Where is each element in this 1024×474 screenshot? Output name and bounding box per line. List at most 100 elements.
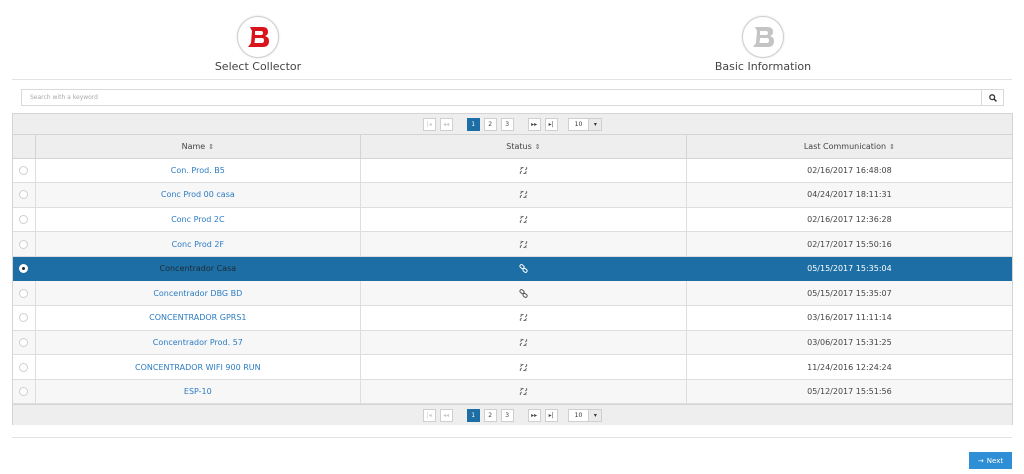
collector-name: CONCENTRADOR WIFI 900 RUN (35, 354, 362, 380)
row-select-radio-cell[interactable] (13, 305, 36, 331)
row-select-radio-cell[interactable] (13, 182, 36, 208)
table-row[interactable]: Conc Prod 2C 02/16/2017 12:36:28 (13, 207, 1012, 233)
brand-logo-inactive (742, 16, 784, 58)
status-cell (360, 207, 687, 233)
last-communication: 02/17/2017 15:50:16 (686, 231, 1012, 257)
prev-page-icon: ◂◂ (443, 411, 450, 419)
status-cell (360, 280, 687, 307)
broken-link-icon (519, 338, 528, 347)
table-row[interactable]: Con. Prod. B5 02/16/2017 16:48:08 (13, 158, 1012, 184)
next-page-button[interactable]: ▸▸ (527, 408, 541, 422)
broken-link-icon (519, 387, 528, 396)
rows-per-page-value: 10 (574, 411, 583, 419)
collector-name: CONCENTRADOR GPRS1 (35, 305, 362, 331)
page-1-button[interactable]: 1 (466, 408, 480, 422)
table-row[interactable]: Concentrador DBG BD 05/15/2017 15:35:07 (13, 280, 1012, 307)
broken-link-icon (519, 240, 528, 249)
chevron-down-icon: ▾ (588, 409, 602, 421)
page-2-button[interactable]: 2 (483, 408, 497, 422)
rows-per-page-select[interactable]: 10 ▾ (567, 117, 603, 131)
first-page-button[interactable]: |◂ (422, 117, 436, 131)
wizard-header: Select Collector Basic Information (0, 0, 1024, 80)
row-select-radio-cell[interactable] (13, 231, 36, 257)
collector-name: Concentrador DBG BD (35, 280, 362, 307)
wizard-step-basic-information[interactable]: Basic Information (683, 16, 843, 73)
collector-name: Conc Prod 2F (35, 231, 362, 257)
table-row[interactable]: CONCENTRADOR GPRS1 03/16/2017 11:11:14 (13, 305, 1012, 331)
table-row[interactable]: Concentrador Prod. 57 03/06/2017 15:31:25 (13, 330, 1012, 356)
wizard-step-select-collector[interactable]: Select Collector (178, 16, 338, 73)
status-cell (360, 379, 687, 405)
row-select-radio[interactable] (19, 190, 29, 200)
collector-grid: |◂ ◂◂ 1 2 3 ▸▸ ▸| 10 ▾ Name ⇕ Status ⇕ Las… (12, 113, 1013, 426)
row-select-radio[interactable] (19, 362, 29, 372)
row-select-radio[interactable] (19, 165, 29, 175)
link-icon (519, 288, 528, 298)
rows-per-page-value: 10 (574, 120, 583, 128)
last-communication: 11/24/2016 12:24:24 (686, 354, 1012, 380)
page-2-button[interactable]: 2 (483, 117, 497, 131)
search-button[interactable] (981, 90, 1003, 105)
row-select-radio[interactable] (19, 387, 29, 397)
broken-link-icon (519, 215, 528, 224)
next-page-button[interactable]: ▸▸ (527, 117, 541, 131)
row-select-radio[interactable] (19, 264, 29, 274)
row-select-radio[interactable] (19, 337, 29, 347)
row-select-radio-cell[interactable] (13, 330, 36, 356)
row-select-radio[interactable] (19, 214, 29, 224)
row-select-radio-cell[interactable] (13, 354, 36, 380)
table-row[interactable]: Conc Prod 00 casa 04/24/2017 18:11:31 (13, 182, 1012, 208)
status-cell (360, 330, 687, 356)
broken-link-icon (519, 313, 528, 322)
last-page-button[interactable]: ▸| (544, 117, 558, 131)
divider (12, 79, 1012, 80)
last-communication: 05/12/2017 15:51:56 (686, 379, 1012, 405)
last-communication: 05/15/2017 15:35:04 (686, 256, 1012, 282)
name-column-header[interactable]: Name ⇕ (35, 135, 362, 159)
row-select-radio-cell[interactable] (13, 280, 36, 307)
page-3-button[interactable]: 3 (500, 117, 514, 131)
pager-bottom: |◂ ◂◂ 1 2 3 ▸▸ ▸| 10 ▾ (13, 404, 1012, 426)
brand-logo-active (237, 16, 279, 58)
prev-page-button[interactable]: ◂◂ (439, 408, 453, 422)
row-select-radio[interactable] (19, 288, 29, 298)
brand-logo-icon (753, 27, 774, 47)
page-3-button[interactable]: 3 (500, 408, 514, 422)
link-icon (519, 264, 528, 274)
search-icon (988, 93, 997, 102)
table-row[interactable]: ESP-10 05/12/2017 15:51:56 (13, 379, 1012, 405)
row-select-radio[interactable] (19, 313, 29, 323)
wizard-step-label: Select Collector (214, 60, 302, 73)
table-row[interactable]: CONCENTRADOR WIFI 900 RUN 11/24/2016 12:2… (13, 354, 1012, 380)
sort-icon: ⇕ (208, 142, 215, 151)
search-input[interactable] (22, 90, 981, 105)
next-button[interactable]: → Next (969, 452, 1012, 469)
table-row[interactable]: Concentrador Casa 05/15/2017 15:35:04 (13, 256, 1012, 282)
collector-name: Con. Prod. B5 (35, 158, 362, 184)
broken-link-icon (519, 166, 528, 175)
last-page-button[interactable]: ▸| (544, 408, 558, 422)
table-row[interactable]: Conc Prod 2F 02/17/2017 15:50:16 (13, 231, 1012, 257)
last-communication: 04/24/2017 18:11:31 (686, 182, 1012, 208)
prev-page-button[interactable]: ◂◂ (439, 117, 453, 131)
last-communication-column-header[interactable]: Last Communication ⇕ (686, 135, 1012, 159)
next-page-icon: ▸▸ (531, 120, 538, 128)
status-cell (360, 158, 687, 184)
status-cell (360, 256, 687, 282)
select-column-header (13, 135, 36, 159)
row-select-radio[interactable] (19, 239, 29, 249)
pager-top: |◂ ◂◂ 1 2 3 ▸▸ ▸| 10 ▾ (13, 114, 1012, 135)
status-column-header[interactable]: Status ⇕ (360, 135, 687, 159)
row-select-radio-cell[interactable] (13, 379, 36, 405)
broken-link-icon (519, 363, 528, 372)
row-select-radio-cell[interactable] (13, 207, 36, 233)
first-page-button[interactable]: |◂ (422, 408, 436, 422)
rows-per-page-select[interactable]: 10 ▾ (567, 408, 603, 422)
page-1-button[interactable]: 1 (466, 117, 480, 131)
brand-logo-icon (248, 27, 269, 47)
last-communication: 02/16/2017 12:36:28 (686, 207, 1012, 233)
row-select-radio-cell[interactable] (13, 256, 36, 282)
row-select-radio-cell[interactable] (13, 158, 36, 184)
last-communication: 02/16/2017 16:48:08 (686, 158, 1012, 184)
divider (12, 437, 1012, 438)
